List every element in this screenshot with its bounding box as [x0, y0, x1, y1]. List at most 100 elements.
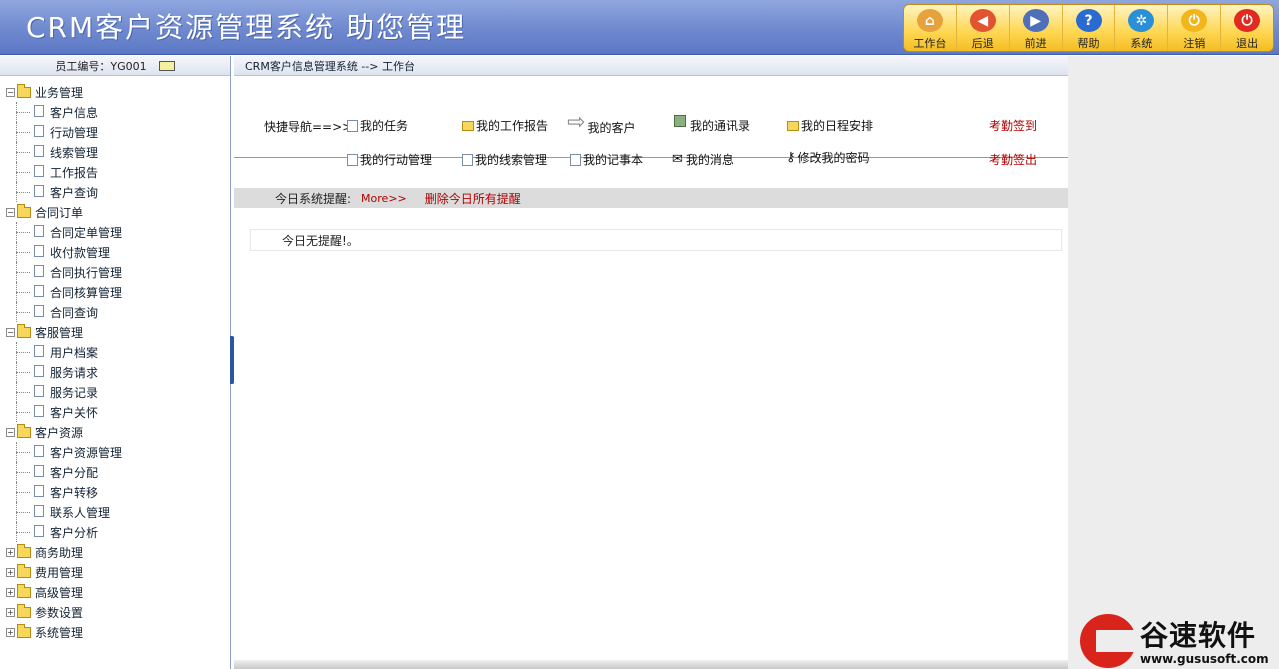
tree-item[interactable]: 行动管理	[6, 122, 230, 142]
document-icon	[34, 165, 44, 177]
forward-icon: ▶	[1022, 9, 1049, 32]
expand-icon[interactable]: +	[6, 547, 15, 557]
tree-item-label: 服务请求	[50, 365, 99, 380]
link-change-password[interactable]: ⚷ 修改我的密码	[786, 149, 870, 166]
link-my-leads[interactable]: 我的线索管理	[462, 151, 547, 168]
tree-item-label: 合同查询	[50, 305, 99, 320]
folder-icon	[17, 563, 31, 578]
toolbar-button-back[interactable]: ◀ 后退	[955, 5, 1009, 51]
toolbar-button-power[interactable]: ⏻ 注销	[1167, 5, 1220, 51]
tree-item[interactable]: 收付款管理	[6, 242, 230, 262]
document-icon	[34, 105, 44, 117]
tree-group-label: 费用管理	[35, 565, 84, 580]
tree-item-label: 客户分配	[50, 465, 99, 480]
tree-group[interactable]: − 合同订单	[6, 202, 230, 222]
tree-item-label: 用户档案	[50, 345, 99, 360]
mail-icon[interactable]	[158, 60, 175, 71]
right-blank-area	[1068, 56, 1279, 669]
document-icon	[34, 505, 44, 517]
expand-icon[interactable]: +	[6, 567, 15, 577]
tree-item-label: 客户信息	[50, 105, 99, 120]
exit-icon: ⏻	[1234, 9, 1261, 32]
tree-group[interactable]: − 业务管理	[6, 82, 230, 102]
expand-icon[interactable]: +	[6, 627, 15, 637]
document-icon	[34, 125, 44, 137]
toolbar-button-exit[interactable]: ⏻ 退出	[1220, 5, 1273, 51]
tree-item[interactable]: 服务请求	[6, 362, 230, 382]
tree-group[interactable]: + 高级管理	[6, 582, 230, 602]
tree-item-label: 合同定单管理	[50, 225, 123, 240]
tree-item[interactable]: 合同查询	[6, 302, 230, 322]
tree-item[interactable]: 客户资源管理	[6, 442, 230, 462]
tree-item[interactable]: 客户分配	[6, 462, 230, 482]
collapse-icon[interactable]: −	[6, 87, 15, 97]
tree-item-label: 收付款管理	[50, 245, 111, 260]
tree-group[interactable]: + 参数设置	[6, 602, 230, 622]
tree-item[interactable]: 客户查询	[6, 182, 230, 202]
more-link[interactable]: More>>	[361, 192, 407, 205]
toolbar-button-home[interactable]: ⌂ 工作台	[904, 5, 956, 51]
tree-group-label: 参数设置	[35, 605, 84, 620]
tree-item[interactable]: 工作报告	[6, 162, 230, 182]
link-my-work-report[interactable]: 我的工作报告	[462, 117, 548, 134]
document-icon	[570, 153, 581, 166]
horizontal-scrollbar[interactable]	[234, 660, 1068, 669]
toolbar-button-forward[interactable]: ▶ 前进	[1008, 5, 1062, 51]
toolbar-button-help[interactable]: ? 帮助	[1061, 5, 1115, 51]
logo-mark-icon	[1080, 614, 1136, 668]
tree-item-label: 联系人管理	[50, 505, 111, 520]
tree-item[interactable]: 合同执行管理	[6, 262, 230, 282]
link-my-tasks[interactable]: 我的任务	[347, 117, 408, 134]
expand-icon[interactable]: +	[6, 607, 15, 617]
help-icon: ?	[1075, 9, 1102, 32]
folder-icon	[17, 203, 31, 218]
address-book-icon	[674, 114, 686, 127]
tree-item[interactable]: 用户档案	[6, 342, 230, 362]
document-icon	[34, 265, 44, 277]
expand-icon[interactable]: +	[6, 587, 15, 597]
tree-item[interactable]: 客户分析	[6, 522, 230, 542]
tree-item[interactable]: 服务记录	[6, 382, 230, 402]
toolbar-button-gear[interactable]: ✲ 系统	[1114, 5, 1167, 51]
tree-group[interactable]: − 客户资源	[6, 422, 230, 442]
link-my-notes[interactable]: 我的记事本	[570, 151, 643, 168]
toolbar-button-label: 帮助	[1077, 37, 1100, 50]
tree-item-label: 客户分析	[50, 525, 99, 540]
checkout-link[interactable]: 考勤签出	[989, 151, 1037, 168]
document-icon	[34, 465, 44, 477]
collapse-icon[interactable]: −	[6, 207, 15, 217]
document-icon	[34, 525, 44, 537]
link-my-customers[interactable]: ⇨ 我的客户	[567, 109, 635, 136]
toolbar-button-label: 工作台	[913, 37, 947, 50]
sidebar: 员工编号：YG001 − 业务管理 客户信息 行动管理 线索管理 工作报告 客户查询 − 合同订…	[0, 56, 231, 669]
tree-group[interactable]: + 商务助理	[6, 542, 230, 562]
tree-group[interactable]: − 客服管理	[6, 322, 230, 342]
tree-item[interactable]: 客户转移	[6, 482, 230, 502]
no-alerts-text: 今日无提醒!。	[282, 233, 359, 248]
document-icon	[462, 153, 473, 166]
link-my-contacts[interactable]: 我的通讯录	[674, 113, 750, 134]
top-toolbar: ⌂ 工作台 ◀ 后退 ▶ 前进? 帮助 ✲ 系统 ⏻ 注销 ⏻ 退出	[903, 4, 1274, 52]
tree-item[interactable]: 客户关怀	[6, 402, 230, 422]
logo-url: www.gususoft.com	[1140, 652, 1269, 666]
app-title: CRM客户资源管理系统 助您管理	[26, 11, 467, 44]
delete-all-alerts-link[interactable]: 删除今日所有提醒	[425, 190, 521, 207]
tree-group[interactable]: + 系统管理	[6, 622, 230, 642]
folder-open-icon	[787, 120, 799, 131]
tree-item[interactable]: 客户信息	[6, 102, 230, 122]
tree-item-label: 客户关怀	[50, 405, 99, 420]
tree-item-label: 客户查询	[50, 185, 99, 200]
link-my-schedule[interactable]: 我的日程安排	[787, 117, 873, 134]
tree-item[interactable]: 合同核算管理	[6, 282, 230, 302]
link-my-messages[interactable]: ✉ 我的消息	[672, 151, 734, 168]
logo-text: 谷速软件	[1140, 619, 1257, 652]
link-my-actions[interactable]: 我的行动管理	[347, 151, 432, 168]
checkin-link[interactable]: 考勤签到	[989, 117, 1037, 134]
alert-content: 今日无提醒!。	[250, 229, 1062, 251]
collapse-icon[interactable]: −	[6, 427, 15, 437]
tree-item[interactable]: 联系人管理	[6, 502, 230, 522]
tree-item[interactable]: 合同定单管理	[6, 222, 230, 242]
tree-group[interactable]: + 费用管理	[6, 562, 230, 582]
tree-item[interactable]: 线索管理	[6, 142, 230, 162]
collapse-icon[interactable]: −	[6, 327, 15, 337]
